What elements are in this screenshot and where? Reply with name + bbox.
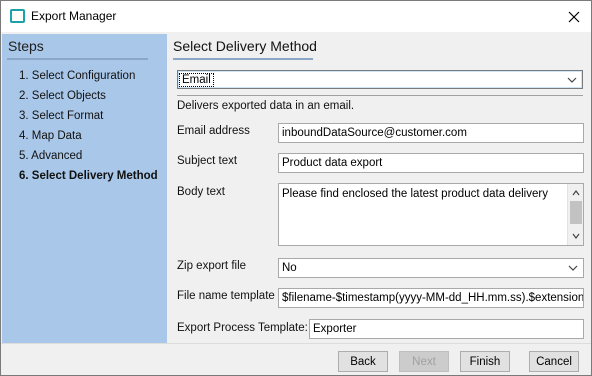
delivery-method-value: Email (179, 73, 214, 87)
zip-export-file-select[interactable]: No (278, 258, 584, 278)
export-manager-window: Export Manager Steps 1. Select Configura… (0, 0, 592, 376)
export-process-template-field[interactable]: Exporter (309, 319, 584, 339)
step-map-data: 4. Map Data (19, 130, 82, 142)
next-button[interactable]: Next (399, 351, 449, 372)
chevron-down-icon (567, 77, 577, 83)
main-panel: Select Delivery Method Email Delivers ex… (167, 34, 591, 343)
step-select-format: 3. Select Format (19, 110, 104, 122)
finish-button[interactable]: Finish (460, 351, 510, 372)
subject-text-label: Subject text (177, 155, 238, 167)
body-text-value: Please find enclosed the latest product … (282, 188, 548, 200)
email-address-label: Email address (177, 125, 250, 137)
chevron-down-icon (568, 265, 578, 271)
zip-export-file-label: Zip export file (177, 260, 247, 272)
subject-text-field[interactable]: Product data export (278, 153, 584, 173)
back-button[interactable]: Back (338, 351, 388, 372)
window-title: Export Manager (31, 9, 117, 23)
export-manager-icon (10, 9, 25, 23)
scroll-up-icon[interactable] (570, 187, 582, 199)
step-select-delivery-method: 6. Select Delivery Method (19, 170, 158, 182)
cancel-button[interactable]: Cancel (529, 351, 579, 372)
delivery-divider (177, 95, 583, 96)
close-icon (568, 11, 579, 22)
body-text-area[interactable]: Please find enclosed the latest product … (278, 183, 584, 246)
body-text-label: Body text (177, 186, 225, 198)
steps-list: 1. Select Configuration 2. Select Object… (19, 69, 167, 189)
page-title-divider (173, 58, 313, 60)
scroll-down-icon[interactable] (570, 230, 582, 242)
steps-divider (7, 58, 148, 60)
email-address-field[interactable]: inboundDataSource@customer.com (278, 123, 584, 143)
delivery-description: Delivers exported data in an email. (177, 100, 355, 112)
export-process-template-label: Export Process Template: (177, 322, 308, 334)
scroll-thumb[interactable] (570, 201, 582, 224)
file-name-template-label: File name template (177, 290, 275, 302)
body-text-scrollbar[interactable] (567, 184, 583, 245)
page-title: Select Delivery Method (173, 38, 317, 54)
delivery-method-select[interactable]: Email (177, 70, 583, 89)
steps-header: Steps (8, 38, 44, 54)
step-select-objects: 2. Select Objects (19, 90, 106, 102)
zip-export-file-value: No (282, 262, 297, 274)
file-name-template-field[interactable]: $filename-$timestamp(yyyy-MM-dd_HH.mm.ss… (278, 288, 584, 308)
step-advanced: 5. Advanced (19, 150, 83, 162)
step-select-configuration: 1. Select Configuration (19, 70, 136, 82)
steps-sidebar: Steps 1. Select Configuration 2. Select … (2, 34, 167, 343)
title-bar: Export Manager (1, 1, 591, 32)
close-button[interactable] (556, 1, 591, 32)
dialog-footer: Back Next Finish Cancel (1, 343, 591, 375)
